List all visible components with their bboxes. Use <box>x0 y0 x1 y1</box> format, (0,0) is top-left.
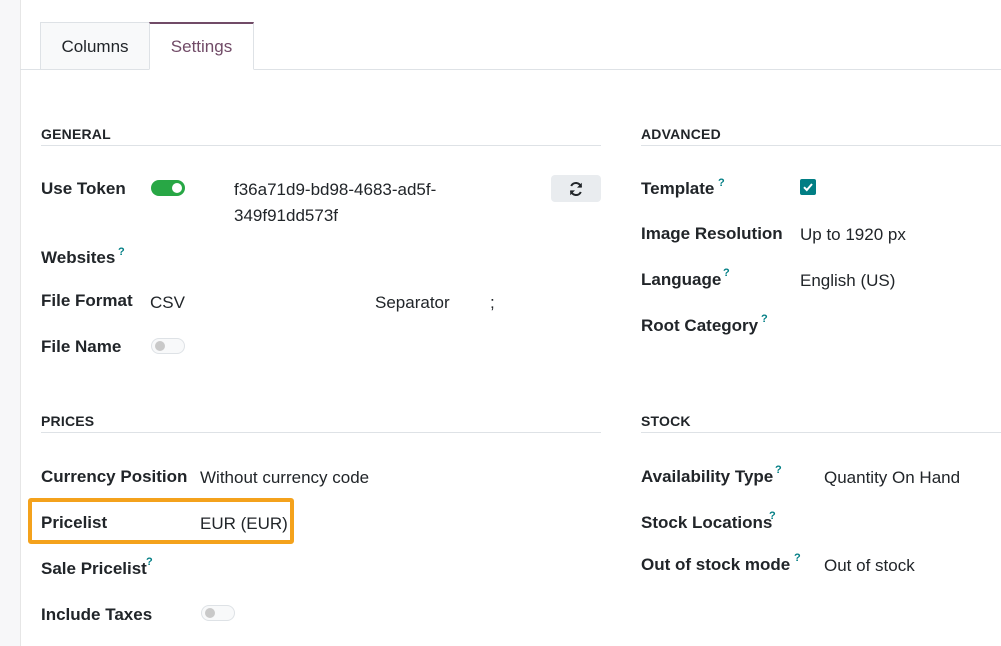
root-category-label: Root Category <box>641 316 759 335</box>
template-label: Template <box>641 179 715 198</box>
language-value[interactable]: English (US) <box>800 271 895 291</box>
language-label: Language <box>641 270 722 289</box>
advanced-section-divider <box>641 145 1001 146</box>
stock-section-divider <box>641 432 1001 433</box>
left-rail <box>0 0 21 646</box>
prices-section-divider <box>41 432 601 433</box>
file-format-label: File Format <box>41 291 133 310</box>
token-value-line1: f36a71d9-bd98-4683-ad5f- <box>234 180 437 199</box>
out-of-stock-mode-value[interactable]: Out of stock <box>824 556 915 576</box>
language-help-icon[interactable]: ? <box>723 267 730 279</box>
advanced-section-title: ADVANCED <box>641 126 721 142</box>
refresh-icon <box>570 181 582 197</box>
template-help-icon[interactable]: ? <box>718 177 725 189</box>
use-token-toggle[interactable] <box>151 180 185 196</box>
tab-columns[interactable]: Columns <box>40 22 150 69</box>
prices-section-title: PRICES <box>41 413 95 429</box>
currency-position-value[interactable]: Without currency code <box>200 468 369 488</box>
pricelist-label: Pricelist <box>41 513 108 532</box>
tab-settings[interactable]: Settings <box>149 22 254 70</box>
stock-locations-label: Stock Locations <box>641 513 773 532</box>
sale-pricelist-help-icon[interactable]: ? <box>146 556 153 568</box>
image-resolution-label: Image Resolution <box>641 224 783 243</box>
availability-type-value[interactable]: Quantity On Hand <box>824 468 960 488</box>
use-token-label: Use Token <box>41 179 126 198</box>
checkmark-icon <box>803 183 813 192</box>
file-name-toggle[interactable] <box>151 338 185 354</box>
websites-help-icon[interactable]: ? <box>118 246 125 258</box>
availability-type-label: Availability Type <box>641 467 774 486</box>
stock-locations-help-icon[interactable]: ? <box>769 510 776 522</box>
separator-value[interactable]: ; <box>490 293 495 313</box>
general-section-title: GENERAL <box>41 126 111 142</box>
root-category-help-icon[interactable]: ? <box>761 313 768 325</box>
include-taxes-label: Include Taxes <box>41 605 153 624</box>
token-value-line2: 349f91dd573f <box>234 206 338 225</box>
pricelist-value[interactable]: EUR (EUR) <box>200 514 288 534</box>
template-checkbox[interactable] <box>800 179 816 195</box>
stock-section-title: STOCK <box>641 413 691 429</box>
websites-label: Websites <box>41 248 116 267</box>
general-section-divider <box>41 145 601 146</box>
image-resolution-value[interactable]: Up to 1920 px <box>800 225 906 245</box>
file-name-label: File Name <box>41 337 122 356</box>
refresh-token-button[interactable] <box>551 175 601 202</box>
include-taxes-toggle[interactable] <box>201 605 235 621</box>
currency-position-label: Currency Position <box>41 467 188 486</box>
availability-type-help-icon[interactable]: ? <box>775 464 782 476</box>
sale-pricelist-label: Sale Pricelist <box>41 559 147 578</box>
separator-label: Separator <box>375 293 450 312</box>
out-of-stock-mode-help-icon[interactable]: ? <box>794 552 801 564</box>
out-of-stock-mode-label: Out of stock mode <box>641 555 791 574</box>
file-format-value[interactable]: CSV <box>150 293 185 313</box>
